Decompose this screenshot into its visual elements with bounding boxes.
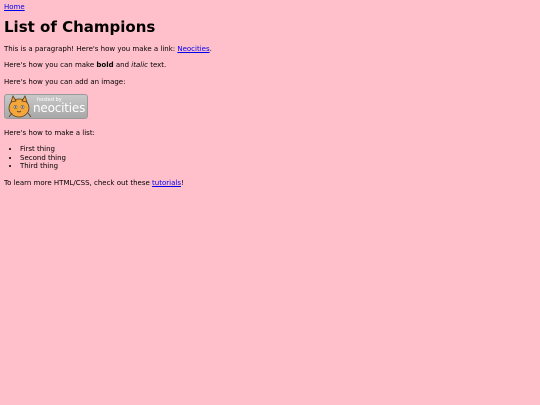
tutorials-link[interactable]: tutorials	[152, 179, 181, 187]
neocities-link[interactable]: Neocities	[177, 45, 209, 53]
formatting-text-start: Here's how you can make	[4, 61, 97, 70]
italic-text: italic	[131, 61, 148, 70]
paragraph-formatting: Here's how you can make bold and italic …	[4, 61, 536, 69]
formatting-text-end: text.	[147, 61, 167, 70]
paragraph-link: This is a paragraph! Here's how you make…	[4, 45, 536, 53]
page-title: List of Champions	[4, 18, 156, 37]
example-list: First thing Second thing Third thing	[4, 145, 536, 170]
page: Home List of Champions This is a paragra…	[0, 0, 540, 405]
list-item: Second thing	[20, 154, 536, 162]
footer-text-end: !	[180, 178, 184, 187]
neocities-cat-icon	[8, 95, 32, 118]
paragraph-image: Here's how you can add an image:	[4, 77, 126, 86]
paragraph-link-text: This is a paragraph! Here's how you make…	[4, 44, 178, 53]
home-link[interactable]: Home	[4, 3, 25, 11]
paragraph-footer: To learn more HTML/CSS, check out these …	[4, 179, 536, 187]
formatting-text-mid: and	[113, 61, 132, 70]
list-item: First thing	[20, 145, 536, 153]
badge-big-text: neocities	[33, 101, 86, 116]
list-item: Third thing	[20, 162, 536, 170]
list-intro: Here's how to make a list:	[4, 129, 95, 138]
paragraph-link-end: .	[209, 44, 212, 53]
bold-text: bold	[96, 61, 114, 70]
hosted-by-neocities-badge: hosted by neocities	[4, 94, 88, 120]
footer-text-start: To learn more HTML/CSS, check out these	[4, 178, 153, 187]
